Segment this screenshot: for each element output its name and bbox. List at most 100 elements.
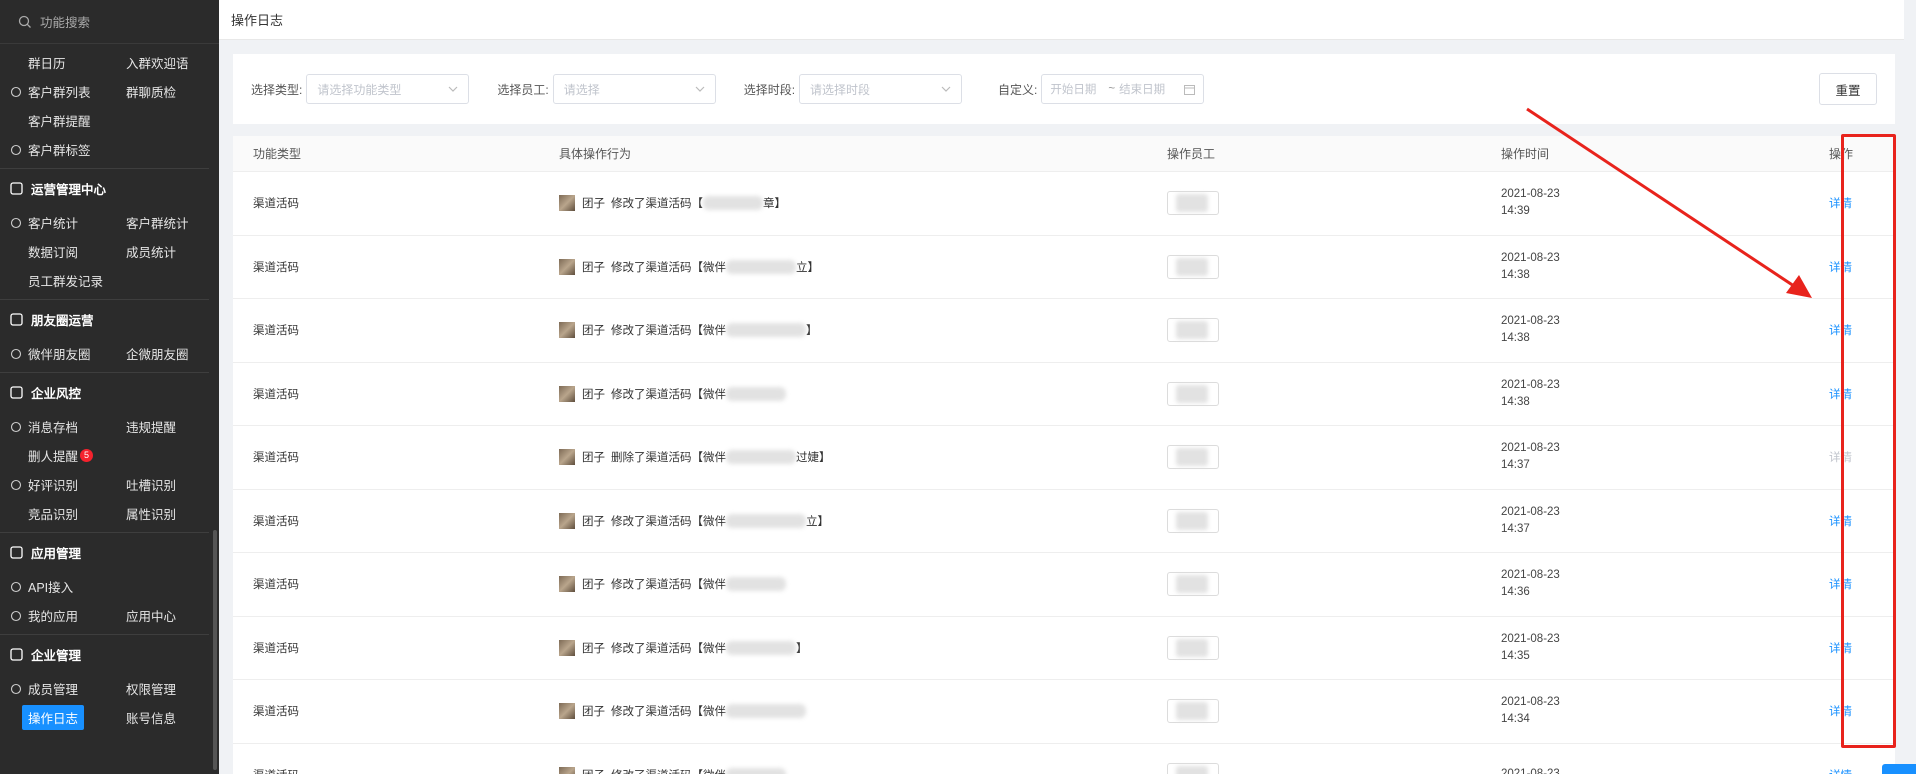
cell-operation: 详情 <box>1829 259 1895 275</box>
cell-time: 2021-08-23 14:38 <box>1501 377 1829 411</box>
calendar-icon <box>1184 84 1196 95</box>
detail-link[interactable]: 详情 <box>1829 452 1852 464</box>
sidebar-item-label: 企微朋友圈 <box>126 348 189 362</box>
filter-bar: 选择类型: 请选择功能类型 选择员工: 请选择 选择时段: 请选择时段 自定义:… <box>233 54 1895 124</box>
menu-item-icon <box>10 144 22 155</box>
detail-link[interactable]: 详情 <box>1829 706 1852 718</box>
sidebar-item-rows_risk-3-left[interactable]: 竞品识别 <box>0 504 98 523</box>
moments-icon <box>10 313 23 326</box>
reset-button[interactable]: 重置 <box>1819 73 1877 105</box>
sidebar-item-rows_moments-0-left[interactable]: 微伴朋友圈 <box>0 344 98 363</box>
sidebar-row: 数据订阅 成员统计 <box>0 237 219 266</box>
cell-staff <box>1167 699 1501 724</box>
sidebar-item-rows_top-0-right[interactable]: 入群欢迎语 <box>98 53 208 72</box>
sidebar-row: 成员管理 权限管理 <box>0 674 219 703</box>
detail-link[interactable]: 详情 <box>1829 643 1852 655</box>
avatar <box>559 322 575 339</box>
sidebar-item-rows_ops-2-left[interactable]: 员工群发记录 <box>0 271 103 290</box>
action-user: 团子 <box>582 388 605 401</box>
time-date: 2021-08-23 <box>1501 378 1560 391</box>
detail-link[interactable]: 详情 <box>1829 325 1852 337</box>
header-operation: 操作 <box>1829 147 1854 161</box>
table-row: 渠道活码团子修改了渠道活码【微伴2021-08-23详情 <box>233 744 1895 774</box>
cell-time: 2021-08-23 <box>1501 766 1829 774</box>
sidebar-item-rows_apps-1-left[interactable]: 我的应用 <box>0 606 98 625</box>
sidebar-item-rows_top-2-left[interactable]: 客户群提醒 <box>0 111 98 130</box>
sidebar-item-rows_company-1-left[interactable]: 操作日志 <box>0 705 98 730</box>
sidebar-item-rows_company-1-right[interactable]: 账号信息 <box>98 708 208 727</box>
sidebar-item-rows_top-1-right[interactable]: 群聊质检 <box>98 82 208 101</box>
sidebar-section-section_company[interactable]: 企业管理 <box>0 634 209 674</box>
sidebar-item-label: 权限管理 <box>126 683 177 697</box>
sidebar-item-rows_ops-0-right[interactable]: 客户群统计 <box>98 213 208 232</box>
staff-select-placeholder: 请选择 <box>563 82 600 97</box>
sidebar-item-rows_company-0-right[interactable]: 权限管理 <box>98 679 208 698</box>
staff-tag <box>1167 699 1219 724</box>
time-date: 2021-08-23 <box>1501 766 1829 774</box>
sidebar-section-section_ops[interactable]: 运营管理中心 <box>0 168 209 208</box>
redacted-staff <box>1176 765 1208 774</box>
sidebar-item-rows_risk-1-left[interactable]: 删人提醒 5 <box>0 446 98 465</box>
cell-operation: 详情 <box>1829 449 1895 465</box>
detail-link[interactable]: 详情 <box>1829 579 1852 591</box>
sidebar-section-section_moments[interactable]: 朋友圈运营 <box>0 299 209 339</box>
detail-link[interactable]: 详情 <box>1829 389 1852 401</box>
time-date: 2021-08-23 <box>1501 696 1560 709</box>
sidebar-item-rows_ops-0-left[interactable]: 客户统计 <box>0 213 98 232</box>
time-clock: 14:38 <box>1501 395 1530 408</box>
sidebar-item-rows_risk-0-right[interactable]: 违规提醒 <box>98 417 208 436</box>
action-text: 修改了渠道活码【微伴 <box>611 261 726 274</box>
sidebar-item-rows_risk-3-right[interactable]: 属性识别 <box>98 504 208 523</box>
sidebar-section-section_risk[interactable]: 企业风控 <box>0 372 209 412</box>
sidebar-item-label: 入群欢迎语 <box>126 57 189 71</box>
sidebar-search[interactable]: 功能搜索 <box>0 0 219 44</box>
sidebar-item-rows_ops-1-right[interactable]: 成员统计 <box>98 242 208 261</box>
detail-link[interactable]: 详情 <box>1829 516 1852 528</box>
log-table: 功能类型 具体操作行为 操作员工 操作时间 操作 渠道活码 团子 修改了渠道活码【章… <box>233 136 1895 774</box>
sidebar-item-label: 数据订阅 <box>28 246 79 260</box>
sidebar-item-rows_apps-0-left[interactable]: API接入 <box>0 577 98 596</box>
date-range-picker[interactable]: 开始日期 ~ 结束日期 <box>1041 74 1205 104</box>
cell-operation: 详情 <box>1829 322 1895 338</box>
sidebar-item-rows_top-3-left[interactable]: 客户群标签 <box>0 140 98 159</box>
sidebar-item-label: 吐槽识别 <box>126 479 177 493</box>
time-date: 2021-08-23 <box>1501 442 1560 455</box>
redacted-staff <box>1176 194 1208 213</box>
table-header: 功能类型 具体操作行为 操作员工 操作时间 操作 <box>233 136 1895 172</box>
sidebar-item-label: 成员统计 <box>126 246 177 260</box>
cell-time: 2021-08-23 14:39 <box>1501 186 1829 220</box>
redacted-text <box>726 704 806 719</box>
sidebar-item-rows_top-1-left[interactable]: 客户群列表 <box>0 82 98 101</box>
floating-button[interactable] <box>1882 764 1916 774</box>
redacted-text <box>726 767 786 774</box>
sidebar-item-rows_moments-0-right[interactable]: 企微朋友圈 <box>98 344 208 363</box>
type-select[interactable]: 请选择功能类型 <box>306 74 470 104</box>
sidebar-row: 好评识别 吐槽识别 <box>0 470 219 499</box>
action-text: 修改了渠道活码【微伴 <box>611 325 726 338</box>
sidebar-scrollbar[interactable] <box>213 530 217 770</box>
sidebar-item-label: 属性识别 <box>126 508 177 522</box>
period-select[interactable]: 请选择时段 <box>799 74 963 104</box>
action-user: 团子 <box>582 706 605 719</box>
sidebar-item-rows_ops-1-left[interactable]: 数据订阅 <box>0 242 98 261</box>
cell-action: 团子 修改了渠道活码【 章】 <box>559 195 1167 212</box>
detail-link[interactable]: 详情 <box>1829 262 1852 274</box>
sidebar-item-rows_top-0-left[interactable]: 群日历 <box>0 53 98 72</box>
sidebar-item-rows_company-0-left[interactable]: 成员管理 <box>0 679 98 698</box>
action-user: 团子 <box>582 325 605 338</box>
cell-time: 2021-08-23 14:34 <box>1501 694 1829 728</box>
staff-select[interactable]: 请选择 <box>552 74 716 104</box>
sidebar-item-label: 账号信息 <box>126 712 177 726</box>
sidebar-section-section_apps[interactable]: 应用管理 <box>0 532 209 572</box>
detail-link[interactable]: 详情 <box>1829 198 1852 210</box>
cell-operation: 详情 <box>1829 576 1895 592</box>
page-scrollbar[interactable] <box>1904 0 1916 774</box>
sidebar-row: 客户群提醒 <box>0 106 219 135</box>
sidebar-item-label: 应用中心 <box>126 610 177 624</box>
sidebar-item-label: 客户群标签 <box>28 144 91 158</box>
sidebar-item-rows_risk-2-right[interactable]: 吐槽识别 <box>98 475 208 494</box>
sidebar-item-rows_apps-1-right[interactable]: 应用中心 <box>98 606 208 625</box>
sidebar-item-rows_risk-0-left[interactable]: 消息存档 <box>0 417 98 436</box>
detail-link[interactable]: 详情 <box>1829 770 1852 774</box>
sidebar-item-rows_risk-2-left[interactable]: 好评识别 <box>0 475 98 494</box>
